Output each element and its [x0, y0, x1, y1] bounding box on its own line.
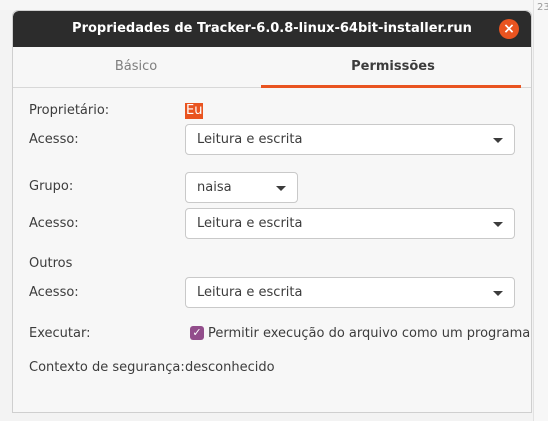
others-access-value: Leitura e escrita [197, 285, 303, 300]
group-access-dropdown[interactable]: Leitura e escrita [185, 208, 515, 239]
tab-basic[interactable]: Básico [13, 47, 259, 87]
background-text: 23 [537, 2, 548, 13]
execute-checkbox[interactable]: ✓ [190, 326, 204, 340]
execute-label: Executar: [29, 326, 91, 341]
tab-permissions-label: Permissões [351, 59, 435, 74]
close-button[interactable]: × [499, 19, 519, 39]
owner-access-dropdown[interactable]: Leitura e escrita [185, 124, 515, 155]
owner-value: Eu [185, 103, 204, 119]
security-context-label: Contexto de segurança: [29, 360, 185, 375]
owner-access-value: Leitura e escrita [197, 132, 303, 147]
chevron-down-icon [493, 222, 503, 227]
group-access-label: Acesso: [29, 216, 79, 231]
properties-dialog: Propriedades de Tracker-6.0.8-linux-64bi… [12, 10, 532, 413]
group-access-value: Leitura e escrita [197, 216, 303, 231]
title-bar: Propriedades de Tracker-6.0.8-linux-64bi… [13, 11, 531, 47]
tab-permissions[interactable]: Permissões [259, 47, 527, 88]
tab-bar: Básico Permissões [13, 47, 531, 88]
owner-label: Proprietário: [29, 103, 110, 118]
background-window-strip [0, 0, 548, 10]
owner-access-label: Acesso: [29, 132, 79, 147]
dialog-title: Propriedades de Tracker-6.0.8-linux-64bi… [72, 21, 472, 36]
background-window-edge: 23 [533, 0, 548, 421]
group-value: naisa [197, 180, 232, 195]
execute-checkbox-label[interactable]: Permitir execução do arquivo como um pro… [208, 326, 530, 341]
active-tab-indicator [261, 85, 521, 88]
chevron-down-icon [276, 186, 286, 191]
chevron-down-icon [493, 138, 503, 143]
group-label: Grupo: [29, 179, 74, 194]
chevron-down-icon [493, 291, 503, 296]
checkmark-icon: ✓ [192, 326, 202, 339]
others-access-label: Acesso: [29, 285, 79, 300]
group-dropdown[interactable]: naisa [185, 172, 298, 203]
others-label: Outros [29, 256, 73, 271]
others-access-dropdown[interactable]: Leitura e escrita [185, 277, 515, 308]
close-icon: × [503, 21, 515, 37]
security-context-value: desconhecido [185, 360, 275, 375]
